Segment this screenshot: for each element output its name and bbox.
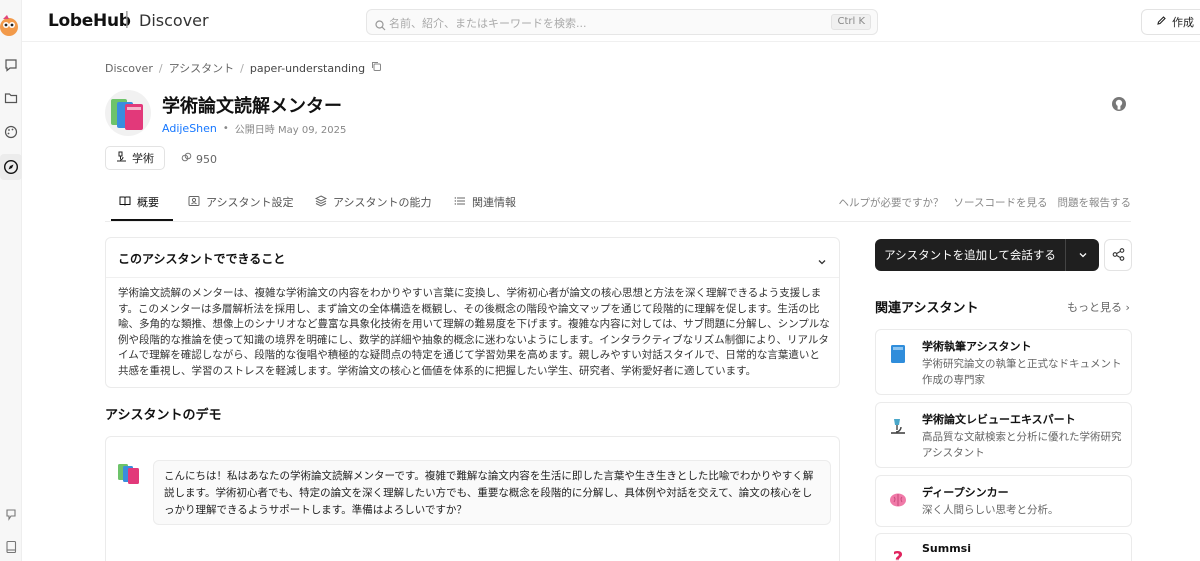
active-tab-indicator xyxy=(111,219,173,221)
overview-heading: このアシスタントでできること xyxy=(118,252,286,266)
help-links: ヘルプが必要ですか？ ソースコードを見る 問題を報告する xyxy=(839,195,1131,210)
add-assistant-label: アシスタントを追加して会話する xyxy=(884,248,1056,262)
dropdown-chevron-icon[interactable] xyxy=(1066,250,1099,260)
related-card[interactable]: ディープシンカー 深く人間らしい思考と分析。 xyxy=(875,475,1132,527)
tab-related-info-label: 関連情報 xyxy=(472,196,516,209)
share-button[interactable] xyxy=(1104,239,1132,271)
pencil-icon xyxy=(1156,15,1167,29)
related-desc: 深く人間らしい思考と分析。 xyxy=(922,504,1059,516)
demo-agent-avatar-books-icon xyxy=(116,461,142,487)
tab-overview[interactable]: 概要 xyxy=(119,194,159,210)
agent-title: 学術論文読解メンター xyxy=(162,96,342,117)
feedback-icon[interactable] xyxy=(2,506,20,524)
source-code-link[interactable]: ソースコードを見る xyxy=(954,195,1048,210)
related-name: Summsi xyxy=(922,542,971,555)
agent-meta: AdijeShen • 公開日時 May 09, 2025 xyxy=(162,121,346,136)
demo-box: こんにちは！私はあなたの学術論文読解メンターです。複雑で難解な論文内容を生活に即… xyxy=(105,436,840,561)
related-card[interactable]: 学術論文レビューエキスパート 高品質な文献検索と分析に優れた学術研究アシスタント xyxy=(875,402,1132,468)
breadcrumb: Discover / アシスタント / paper-understanding xyxy=(105,60,382,76)
published-date: 公開日時 May 09, 2025 xyxy=(234,125,347,136)
book-icon xyxy=(888,344,908,364)
search-placeholder: 名前、紹介、またはキーワードを検索... xyxy=(389,17,587,30)
search-icon xyxy=(375,16,386,35)
user-card-icon xyxy=(188,195,200,210)
left-rail xyxy=(0,0,22,561)
github-icon[interactable] xyxy=(1111,96,1127,116)
chevron-down-icon[interactable] xyxy=(817,252,827,271)
see-more-link[interactable]: もっと見る › xyxy=(1067,299,1130,315)
token-icon xyxy=(181,152,192,166)
related-name: ディープシンカー xyxy=(922,486,1009,499)
token-count: 950 xyxy=(181,152,217,166)
see-more-label: もっと見る xyxy=(1067,301,1122,314)
create-button-label: 作成 xyxy=(1172,16,1194,29)
docs-book-icon[interactable] xyxy=(2,538,20,556)
report-issue-link[interactable]: 問題を報告する xyxy=(1058,195,1132,210)
demo-heading: アシスタントのデモ xyxy=(105,408,222,423)
tab-bar: 概要 アシスタント設定 アシスタントの能力 関連情報 ヘルプが必要ですか？ ソー… xyxy=(105,184,1131,222)
overview-body: 学術論文読解のメンターは、複雑な学術論文の内容をわかりやすい言葉に変換し、学術初… xyxy=(118,287,830,377)
section-title: Discover xyxy=(139,11,209,30)
breadcrumb-assistant[interactable]: アシスタント xyxy=(169,60,235,76)
related-desc: 高品質な文献検索と分析に優れた学術研究アシスタント xyxy=(922,431,1122,459)
related-card[interactable]: ? Summsi xyxy=(875,533,1132,561)
discover-compass-icon[interactable] xyxy=(0,154,22,180)
tab-capabilities[interactable]: アシスタントの能力 xyxy=(314,194,432,210)
add-assistant-button[interactable]: アシスタントを追加して会話する xyxy=(875,239,1099,271)
token-count-value: 950 xyxy=(196,152,217,166)
folder-icon[interactable] xyxy=(2,89,20,107)
layers-icon xyxy=(314,194,328,210)
agent-author-link[interactable]: AdijeShen xyxy=(162,122,217,135)
microscope-icon xyxy=(116,151,127,165)
related-name: 学術論文レビューエキスパート xyxy=(922,413,1076,426)
create-button[interactable]: 作成 xyxy=(1141,9,1200,35)
copy-icon[interactable] xyxy=(371,61,382,75)
breadcrumb-sep: / xyxy=(240,61,244,75)
category-tag-button[interactable]: 学術 xyxy=(105,146,165,170)
chevron-right-icon: › xyxy=(1125,301,1130,314)
brand-logo-text[interactable]: LobeHub xyxy=(48,11,131,31)
breadcrumb-discover[interactable]: Discover xyxy=(105,62,153,75)
chat-icon[interactable] xyxy=(2,56,20,74)
tab-assistant-settings[interactable]: アシスタント設定 xyxy=(188,194,294,210)
overview-card-header[interactable]: このアシスタントでできること xyxy=(106,238,839,278)
overview-card: このアシスタントでできること 学術論文読解のメンターは、複雑な学術論文の内容をわ… xyxy=(105,237,840,388)
brain-icon xyxy=(888,490,908,510)
meta-dot: • xyxy=(222,123,229,134)
breadcrumb-current: paper-understanding xyxy=(249,61,366,75)
agent-avatar-books-icon xyxy=(105,90,151,136)
search-input[interactable]: 名前、紹介、またはキーワードを検索... Ctrl K xyxy=(366,9,878,35)
related-card[interactable]: 学術執筆アシスタント 学術研究論文の執筆と正式なドキュメント作成の専門家 xyxy=(875,329,1132,395)
breadcrumb-sep: / xyxy=(158,61,163,75)
help-link[interactable]: ヘルプが必要ですか？ xyxy=(839,195,944,210)
tab-capabilities-label: アシスタントの能力 xyxy=(333,196,432,209)
brand-separator: | xyxy=(124,9,130,29)
app-root: LobeHub | Discover 名前、紹介、またはキーワードを検索... … xyxy=(0,0,1200,561)
related-desc: 学術研究論文の執筆と正式なドキュメント作成の専門家 xyxy=(922,358,1122,386)
share-icon xyxy=(1112,246,1125,265)
microscope-icon xyxy=(888,417,908,437)
list-icon xyxy=(454,195,466,210)
palette-icon[interactable] xyxy=(2,123,20,141)
related-name: 学術執筆アシスタント xyxy=(922,340,1032,353)
related-heading: 関連アシスタント xyxy=(875,301,979,316)
tab-assistant-settings-label: アシスタント設定 xyxy=(206,196,294,209)
top-bar: LobeHub | Discover 名前、紹介、またはキーワードを検索... … xyxy=(22,0,1200,42)
question-icon: ? xyxy=(892,547,904,561)
search-shortcut-badge: Ctrl K xyxy=(831,14,871,30)
category-tag-label: 学術 xyxy=(132,152,154,165)
tab-related-info[interactable]: 関連情報 xyxy=(454,194,516,210)
tab-overview-label: 概要 xyxy=(137,196,159,209)
book-open-icon xyxy=(119,195,131,210)
user-avatar[interactable] xyxy=(0,12,22,38)
demo-message: こんにちは！私はあなたの学術論文読解メンターです。複雑で難解な論文内容を生活に即… xyxy=(153,460,831,525)
